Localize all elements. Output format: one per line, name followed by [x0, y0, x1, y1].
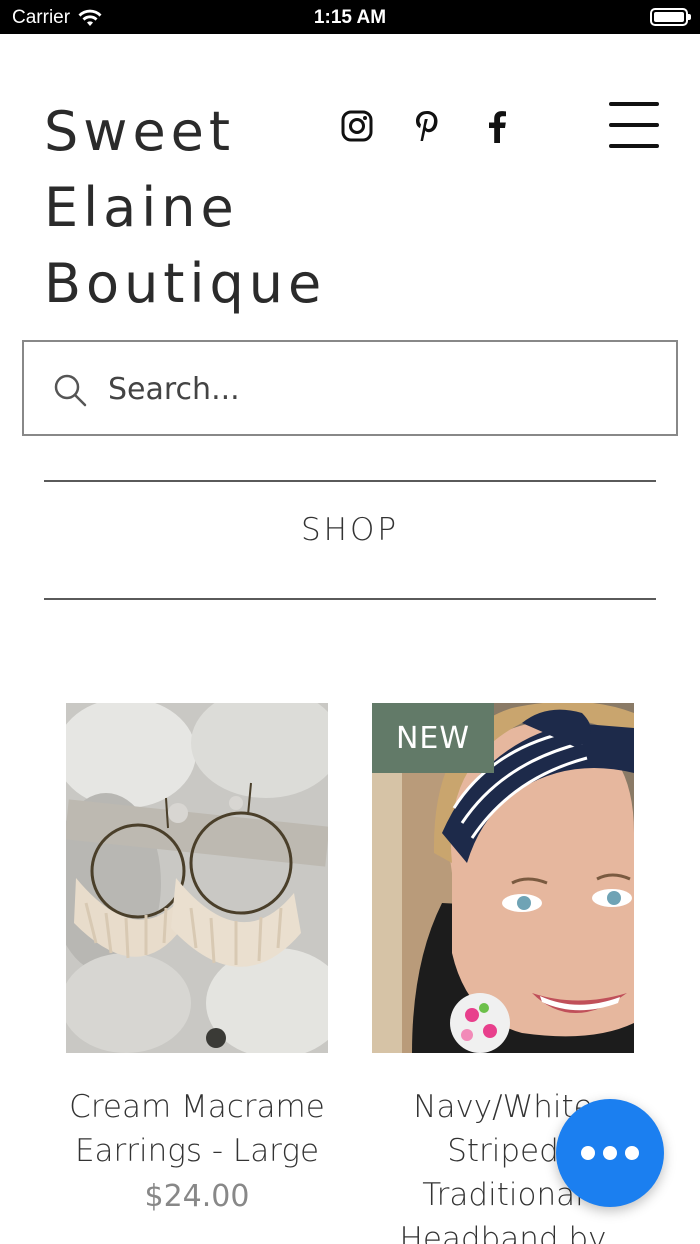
- search-box[interactable]: [22, 340, 678, 436]
- divider-bottom: [44, 598, 656, 600]
- hamburger-menu-bar: [609, 123, 659, 127]
- more-dots-icon: [581, 1146, 595, 1160]
- site-title-line-2: Elaine: [44, 176, 239, 239]
- menu-button[interactable]: [609, 102, 659, 148]
- product-card[interactable]: Cream Macrame Earrings - Large $24.00: [66, 703, 328, 1221]
- pinterest-icon: [416, 111, 438, 141]
- status-bar: Carrier 1:15 AM: [0, 0, 700, 34]
- clock: 1:15 AM: [313, 7, 387, 28]
- chat-button[interactable]: [556, 1099, 664, 1207]
- new-badge: NEW: [372, 703, 494, 773]
- more-dots-icon-dot: [603, 1146, 617, 1160]
- product-image[interactable]: NEW: [372, 703, 634, 1053]
- product-image[interactable]: [66, 703, 328, 1053]
- site-title-line-3: Boutique: [44, 252, 327, 315]
- site-title-line-1: Sweet: [44, 100, 236, 163]
- battery-icon: [650, 8, 691, 26]
- product-price: $24.00: [144, 1179, 250, 1214]
- facebook-icon: [489, 111, 506, 143]
- instagram-icon: [341, 110, 373, 142]
- facebook-link[interactable]: [480, 108, 514, 144]
- hamburger-menu-bar: [609, 144, 659, 148]
- search-icon[interactable]: [52, 372, 88, 408]
- product-name[interactable]: Cream Macrame Earrings - Large: [66, 1085, 328, 1173]
- more-dots-icon-dot: [625, 1146, 639, 1160]
- hamburger-menu-icon: [609, 102, 659, 106]
- shop-link[interactable]: SHOP: [44, 512, 656, 548]
- site-title[interactable]: Sweet Elaine Boutique: [44, 94, 334, 322]
- instagram-link[interactable]: [340, 108, 374, 144]
- macrame-earrings-image: [66, 703, 328, 1053]
- pinterest-link[interactable]: [410, 108, 444, 144]
- social-links: [340, 108, 514, 144]
- search-input[interactable]: [108, 364, 648, 414]
- divider-top: [44, 480, 656, 482]
